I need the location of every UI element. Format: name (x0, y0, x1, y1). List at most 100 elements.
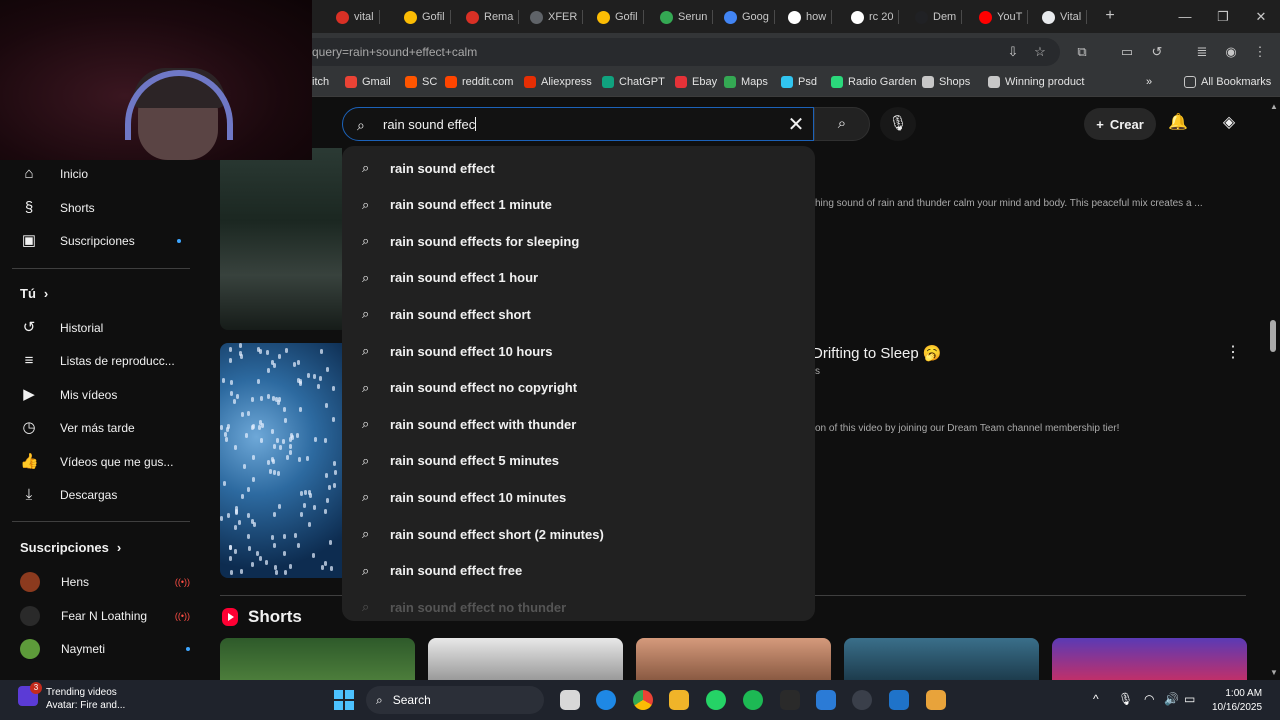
media-icon[interactable]: ≣ (1193, 43, 1211, 61)
bookmark-item[interactable]: ChatGPT (602, 76, 665, 88)
browser-tab[interactable]: how (788, 6, 833, 28)
sidebar-item-downloads[interactable]: ⤓ Descargas (20, 483, 118, 507)
suggestion-item[interactable]: ⌕ rain sound effect short (342, 296, 815, 332)
bookmarks-overflow-button[interactable]: » (1146, 76, 1152, 88)
start-button[interactable] (334, 690, 354, 710)
sidebar-item-inicio[interactable]: ⌂ Inicio (20, 162, 88, 186)
bookmark-item[interactable]: Aliexpress (524, 76, 592, 88)
all-bookmarks-button[interactable]: All Bookmarks (1184, 76, 1271, 88)
create-button[interactable]: + Crear (1084, 108, 1156, 140)
more-options-icon[interactable]: ⋮ (1225, 342, 1241, 362)
suggestion-item[interactable]: ⌕ rain sound effect 5 minutes (342, 443, 815, 479)
microphone-icon[interactable]: 🎙 (1118, 692, 1133, 706)
folder-icon[interactable] (669, 690, 689, 710)
sidebar-item-shorts[interactable]: § Shorts (20, 196, 95, 220)
sidebar-item-liked[interactable]: 👍 Vídeos que me gus... (20, 450, 173, 474)
browser-tab[interactable]: rc 20 (851, 6, 900, 28)
sidebar-item-my-videos[interactable]: ▶ Mis vídeos (20, 383, 117, 407)
subscription-item[interactable]: Hens ((•)) (20, 570, 190, 594)
video-thumbnail[interactable] (220, 343, 342, 578)
bookmark-item[interactable]: Radio Garden (831, 76, 917, 88)
spotify-icon[interactable] (743, 690, 763, 710)
bookmark-item[interactable]: Psd (781, 76, 817, 88)
close-window-button[interactable]: ✕ (1242, 0, 1280, 33)
suggestion-item[interactable]: ⌕ rain sound effect short (2 minutes) (342, 516, 815, 552)
bookmark-item[interactable]: Maps (724, 76, 768, 88)
address-bar[interactable]: query=rain+sound+effect+calm ⇩ ☆ (300, 38, 1060, 66)
photos-icon[interactable] (816, 690, 836, 710)
tray-overflow-icon[interactable]: ^ (1093, 692, 1099, 706)
subscriptions-section-header[interactable]: Suscripciones › (20, 540, 121, 555)
short-thumbnail[interactable] (636, 638, 831, 680)
browser-tab[interactable]: Serun (660, 6, 714, 28)
sidebar-item-history[interactable]: ↺ Historial (20, 316, 104, 340)
suggestion-item[interactable]: ⌕ rain sound effect free (342, 553, 815, 589)
taskbar-clock[interactable]: 1:00 AM 10/16/2025 (1212, 687, 1262, 715)
epic-games-icon[interactable] (780, 690, 800, 710)
browser-tab[interactable]: XFER (530, 6, 584, 28)
restore-button[interactable]: ❐ (1204, 0, 1242, 33)
settings-icon[interactable] (852, 690, 872, 710)
trending-widget[interactable]: 3 Trending videos Avatar: Fire and... (18, 682, 125, 712)
suggestion-item[interactable]: ⌕ rain sound effect with thunder (342, 406, 815, 442)
browser-tab[interactable]: Vital (1042, 6, 1088, 28)
browser-tab[interactable]: YouT (979, 6, 1029, 28)
short-thumbnail[interactable] (1052, 638, 1247, 680)
short-thumbnail[interactable] (428, 638, 623, 680)
cast-icon[interactable]: ◈ (1218, 112, 1240, 134)
file-explorer-icon[interactable] (560, 690, 580, 710)
suggestion-item[interactable]: ⌕ rain sound effects for sleeping (342, 223, 815, 259)
volume-icon[interactable]: 🔊 (1164, 692, 1179, 706)
taskbar-search[interactable]: ⌕ Search (366, 686, 544, 714)
bookmark-item[interactable]: Winning product (988, 76, 1085, 88)
you-section-header[interactable]: Tú › (20, 286, 48, 301)
install-app-icon[interactable]: ⇩ (1006, 45, 1020, 59)
clear-search-icon[interactable]: ✕ (783, 112, 809, 138)
app-icon[interactable] (926, 690, 946, 710)
bell-icon[interactable]: 🔔 (1168, 112, 1188, 132)
scroll-down-arrow[interactable]: ▼ (1270, 668, 1278, 677)
suggestion-item[interactable]: ⌕ rain sound effect no thunder (342, 589, 815, 621)
suggestion-item[interactable]: ⌕ rain sound effect 10 minutes (342, 479, 815, 515)
channel-name[interactable]: s (815, 366, 820, 377)
sidebar-item-watch-later[interactable]: ◷ Ver más tarde (20, 416, 134, 440)
whatsapp-icon[interactable] (706, 690, 726, 710)
suggestion-item[interactable]: ⌕ rain sound effect 1 minute (342, 187, 815, 223)
suggestion-item[interactable]: ⌕ rain sound effect 10 hours (342, 333, 815, 369)
short-thumbnail[interactable] (844, 638, 1039, 680)
subscription-item[interactable]: Naymeti (20, 637, 190, 661)
mic-icon[interactable]: 🎙 (880, 107, 916, 141)
sidebar-item-suscripciones[interactable]: ▣ Suscripciones (20, 229, 181, 253)
wifi-icon[interactable]: ◠ (1144, 692, 1154, 706)
search-button[interactable]: ⌕ (814, 107, 870, 141)
suggestion-item[interactable]: ⌕ rain sound effect no copyright (342, 370, 815, 406)
browser-tab[interactable]: Gofil (404, 6, 451, 28)
history-toolbar-icon[interactable]: ↺ (1148, 43, 1166, 61)
defender-icon[interactable] (889, 690, 909, 710)
extensions-icon[interactable]: ⧉ (1073, 43, 1091, 61)
bookmark-star-icon[interactable]: ☆ (1033, 45, 1047, 59)
scrollbar-thumb[interactable] (1270, 320, 1276, 352)
short-thumbnail[interactable] (220, 638, 415, 680)
browser-tab[interactable]: Dem (915, 6, 963, 28)
minimize-button[interactable]: — (1166, 0, 1204, 33)
subscription-item[interactable]: Fear N Loathing ((•)) (20, 604, 190, 628)
browser-tab[interactable]: Goog (724, 6, 775, 28)
scroll-up-arrow[interactable]: ▲ (1270, 102, 1278, 111)
bookmark-item[interactable]: Ebay (675, 76, 717, 88)
sidebar-icon[interactable]: ▭ (1118, 43, 1136, 61)
browser-tab[interactable]: Gofil (597, 6, 644, 28)
suggestion-item[interactable]: ⌕ rain sound effect 1 hour (342, 260, 815, 296)
browser-tab[interactable]: Rema (466, 6, 520, 28)
new-tab-button[interactable]: + (1100, 6, 1120, 26)
bookmark-item[interactable]: itch (312, 76, 329, 88)
search-input[interactable]: rain sound effec (383, 117, 477, 132)
battery-icon[interactable]: ▭ (1184, 692, 1195, 706)
edge-icon[interactable] (596, 690, 616, 710)
video-thumbnail[interactable] (220, 148, 342, 330)
bookmark-item[interactable]: SC (405, 76, 437, 88)
profile-avatar[interactable]: ◉ (1222, 43, 1240, 61)
bookmark-item[interactable]: reddit.com (445, 76, 513, 88)
suggestion-item[interactable]: ⌕ rain sound effect (342, 150, 815, 186)
bookmark-item[interactable]: Shops (922, 76, 970, 88)
